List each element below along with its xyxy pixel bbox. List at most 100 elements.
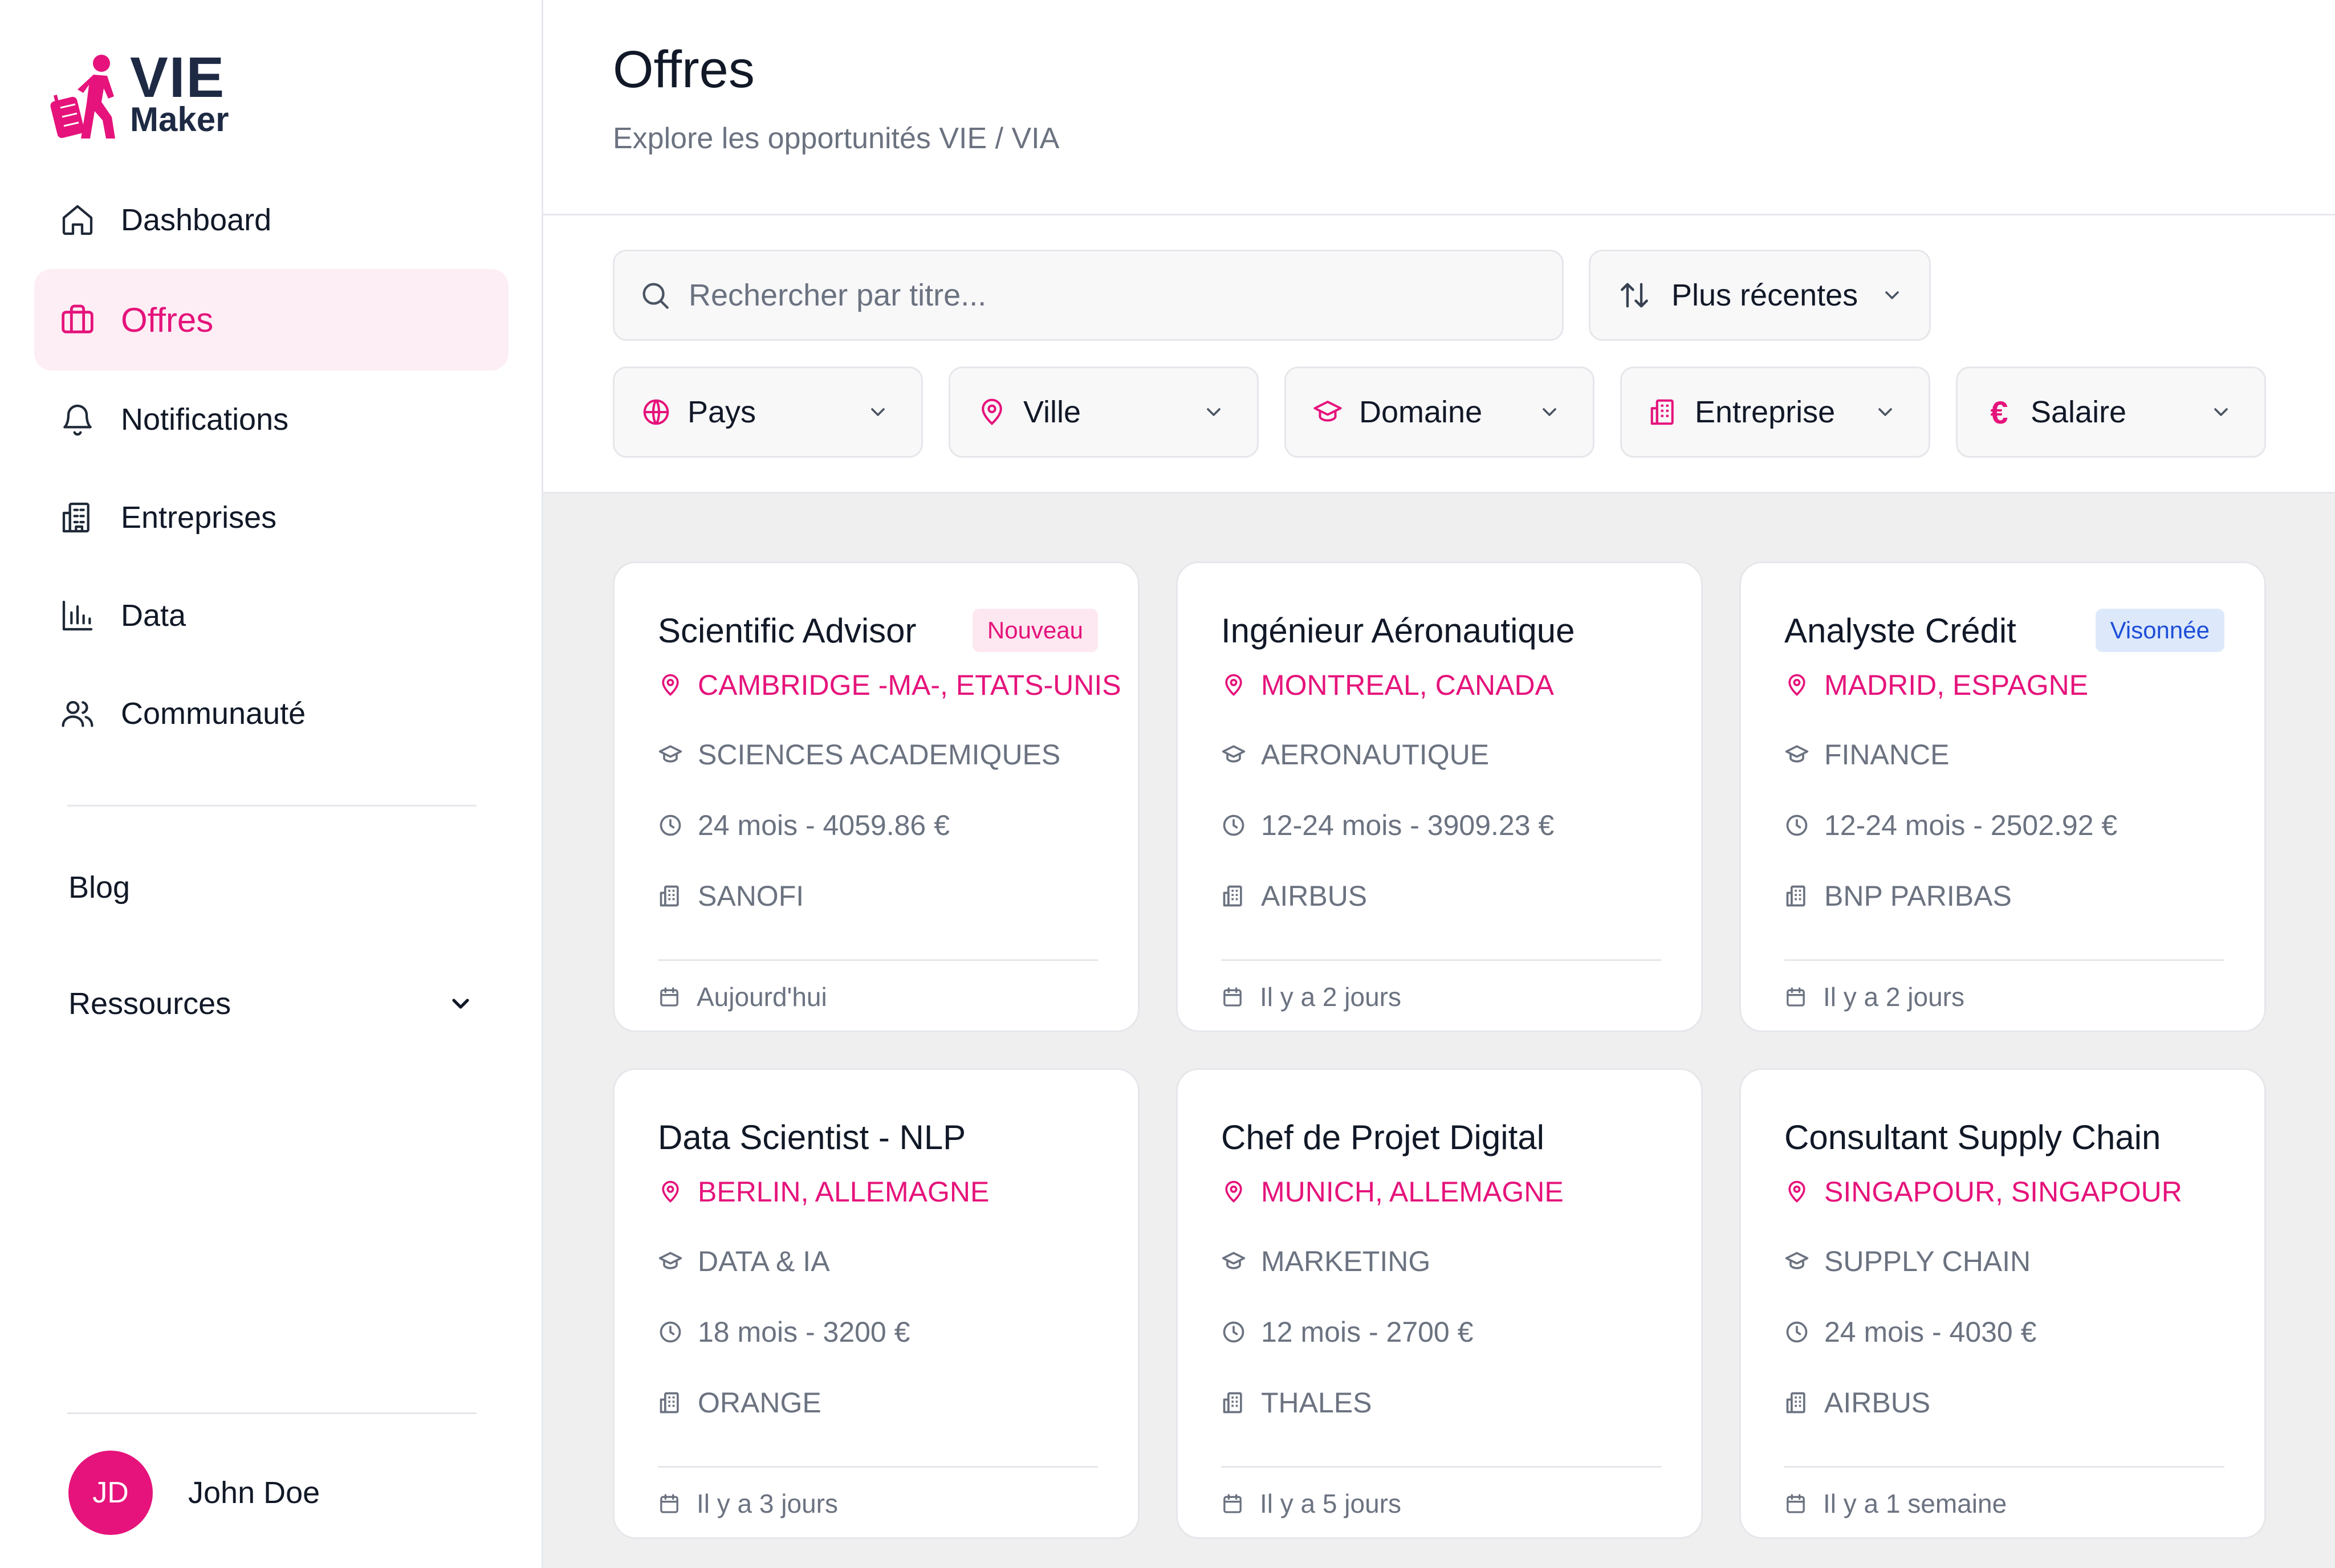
- page-title: Offres: [613, 40, 755, 99]
- map-pin-icon: [1788, 674, 1805, 696]
- offer-duration-text: 12-24 mois - 3909.23 €: [1261, 809, 1555, 841]
- offer-company-text: BNP PARIBAS: [1824, 880, 2012, 912]
- calendar-icon: [1223, 987, 1242, 1007]
- offer-location: MONTREAL, CANADA: [1221, 667, 1701, 703]
- offer-card[interactable]: Chef de Projet Digital MUNICH, ALLEMAGNE…: [1176, 1068, 1703, 1539]
- filter-label: Ville: [1023, 395, 1081, 429]
- building-icon: [660, 885, 679, 907]
- offer-duration: 24 mois - 4059.86 €: [658, 807, 1138, 844]
- avatar: JD: [68, 1451, 153, 1535]
- sidebar-item-label: Communauté: [121, 697, 306, 731]
- offer-duration-text: 12 mois - 2700 €: [1261, 1316, 1474, 1348]
- filter-domaine[interactable]: Domaine: [1284, 366, 1594, 458]
- offer-posted-text: Il y a 5 jours: [1260, 1489, 1401, 1518]
- status-badge: Visonnée: [2095, 609, 2224, 652]
- sidebar-item-offres[interactable]: Offres: [34, 269, 509, 370]
- sidebar-item-label: Dashboard: [121, 203, 272, 237]
- sidebar-item-label: Offres: [121, 300, 214, 339]
- offer-company-text: AIRBUS: [1824, 1387, 1931, 1419]
- offer-posted: Il y a 2 jours: [1221, 959, 1661, 1012]
- map-pin-icon: [662, 674, 679, 696]
- offer-posted-text: Aujourd'hui: [697, 982, 827, 1012]
- chevron-down-icon: [871, 408, 885, 416]
- offer-company-text: ORANGE: [698, 1387, 821, 1419]
- offer-posted: Il y a 5 jours: [1221, 1466, 1661, 1519]
- offer-posted-text: Il y a 2 jours: [1260, 982, 1401, 1012]
- filter-salaire[interactable]: € Salaire: [1956, 366, 2266, 458]
- sort-arrows-icon: [1621, 283, 1648, 308]
- offer-location-text: BERLIN, ALLEMAGNE: [698, 1176, 990, 1208]
- brand-name-maker: Maker: [130, 100, 229, 139]
- calendar-icon: [1223, 1494, 1242, 1513]
- user-profile[interactable]: JD John Doe: [68, 1451, 320, 1535]
- graduation-cap-icon: [658, 745, 682, 763]
- chevron-down-icon: [1885, 291, 1899, 299]
- sort-dropdown[interactable]: Plus récentes: [1589, 250, 1931, 341]
- offer-card[interactable]: Scientific Advisor Nouveau CAMBRIDGE -MA…: [613, 561, 1140, 1032]
- search-box[interactable]: [613, 250, 1564, 341]
- offer-location-text: SINGAPOUR, SINGAPOUR: [1824, 1176, 2182, 1208]
- offer-posted: Il y a 1 semaine: [1784, 1466, 2224, 1519]
- offer-company: AIRBUS: [1784, 1384, 2264, 1421]
- chevron-down-icon: [1878, 408, 1892, 416]
- user-name: John Doe: [188, 1476, 320, 1510]
- search-input[interactable]: [689, 278, 1544, 313]
- clock-icon: [1786, 814, 1808, 836]
- offer-duration-text: 24 mois - 4059.86 €: [698, 809, 950, 841]
- offer-company: THALES: [1221, 1384, 1701, 1421]
- sidebar-item-dashboard[interactable]: Dashboard: [34, 171, 509, 269]
- main-content: Offres Explore les opportunités VIE / VI…: [543, 0, 2335, 1568]
- calendar-icon: [1787, 1494, 1805, 1513]
- filter-entreprise[interactable]: Entreprise: [1620, 366, 1930, 458]
- graduation-cap-icon: [1785, 745, 1809, 763]
- offer-duration: 24 mois - 4030 €: [1784, 1314, 2264, 1350]
- offer-domain-text: SUPPLY CHAIN: [1824, 1245, 2031, 1277]
- sidebar-item-notifications[interactable]: Notifications: [34, 370, 509, 469]
- offer-location-text: MONTREAL, CANADA: [1261, 669, 1554, 701]
- sidebar-divider: [67, 1412, 477, 1414]
- clock-icon: [1223, 814, 1244, 836]
- calendar-icon: [660, 987, 678, 1007]
- graduation-cap-icon: [1785, 1252, 1809, 1269]
- offer-company-text: SANOFI: [698, 880, 804, 912]
- filter-pays[interactable]: Pays: [613, 366, 923, 458]
- offer-card[interactable]: Analyste Crédit Visonnée MADRID, ESPAGNE…: [1739, 561, 2266, 1032]
- blog-link[interactable]: Blog: [68, 870, 130, 905]
- offer-location: MADRID, ESPAGNE: [1784, 667, 2264, 703]
- building-icon: [1223, 1392, 1242, 1414]
- filter-ville[interactable]: Ville: [949, 366, 1259, 458]
- offer-domain: MARKETING: [1221, 1243, 1701, 1280]
- offer-card[interactable]: Data Scientist - NLP BERLIN, ALLEMAGNE D…: [613, 1068, 1140, 1539]
- calendar-icon: [660, 1494, 678, 1513]
- building-icon: [1786, 1392, 1805, 1414]
- offer-company-text: AIRBUS: [1261, 880, 1368, 912]
- offer-card[interactable]: Ingénieur Aéronautique MONTREAL, CANADA …: [1176, 561, 1703, 1032]
- sidebar-item-communaute[interactable]: Communauté: [34, 665, 509, 763]
- offer-company: BNP PARIBAS: [1784, 878, 2264, 914]
- brand-logo[interactable]: VIE Maker: [49, 49, 229, 141]
- offer-location-text: CAMBRIDGE -MA-, ETATS-UNIS: [698, 669, 1121, 701]
- sidebar-item-entreprises[interactable]: Entreprises: [34, 469, 509, 567]
- sidebar-item-label: Notifications: [121, 402, 289, 437]
- clock-icon: [1223, 1321, 1244, 1343]
- users-icon: [62, 700, 93, 727]
- euro-icon: €: [1990, 394, 2008, 430]
- offer-domain: DATA & IA: [658, 1243, 1138, 1280]
- map-pin-icon: [1225, 1180, 1242, 1203]
- offer-duration-text: 24 mois - 4030 €: [1824, 1316, 2037, 1348]
- resources-dropdown[interactable]: Ressources: [68, 986, 474, 1021]
- offer-location: BERLIN, ALLEMAGNE: [658, 1174, 1138, 1210]
- offer-card[interactable]: Consultant Supply Chain SINGAPOUR, SINGA…: [1739, 1068, 2266, 1539]
- offer-domain: FINANCE: [1784, 736, 2264, 773]
- filter-label: Pays: [688, 395, 756, 429]
- offer-domain-text: SCIENCES ACADEMIQUES: [698, 739, 1061, 771]
- sidebar-divider: [67, 805, 477, 807]
- page-subtitle: Explore les opportunités VIE / VIA: [613, 122, 1060, 155]
- offer-location: MUNICH, ALLEMAGNE: [1221, 1174, 1701, 1210]
- chevron-down-icon: [2214, 408, 2228, 416]
- offer-title: Data Scientist - NLP: [658, 1118, 966, 1156]
- offer-title: Ingénieur Aéronautique: [1221, 611, 1575, 650]
- brand-name-vie: VIE: [130, 46, 226, 109]
- globe-icon: [643, 399, 669, 425]
- sidebar-item-data[interactable]: Data: [34, 567, 509, 665]
